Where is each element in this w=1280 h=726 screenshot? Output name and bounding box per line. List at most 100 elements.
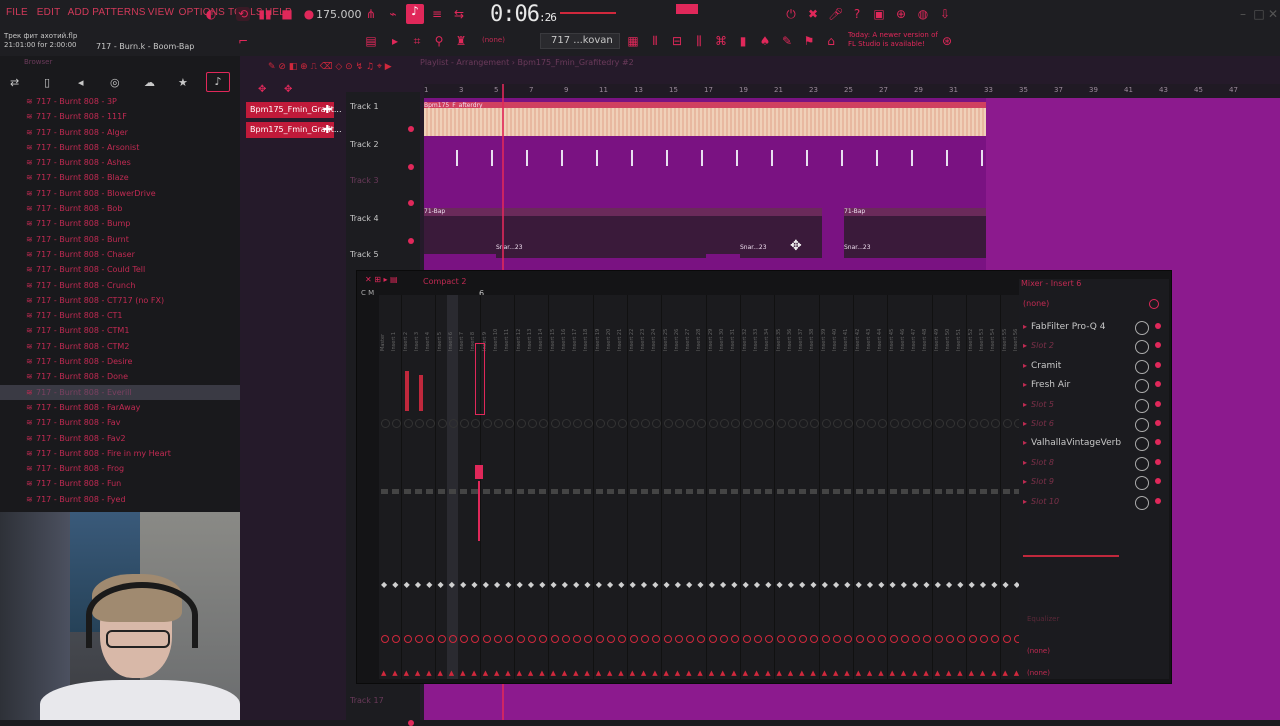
track-label[interactable]: Track 4 — [350, 214, 379, 223]
strip-send-icon[interactable]: ▲ — [878, 669, 883, 677]
strip-pan-icon[interactable]: ◆ — [483, 581, 489, 589]
strip-send-icon[interactable]: ▲ — [969, 669, 974, 677]
strip-knob[interactable] — [810, 635, 819, 643]
slot-power-icon[interactable] — [1155, 342, 1161, 349]
hat-clip[interactable] — [666, 150, 668, 166]
strip-route-icon[interactable] — [573, 419, 583, 428]
strip-pan-icon[interactable]: ◆ — [957, 581, 963, 589]
strip-send-icon[interactable]: ▲ — [686, 669, 691, 677]
hat-clip[interactable] — [911, 150, 913, 166]
collapse-icon[interactable]: ⇄ — [10, 76, 19, 89]
mixer-strip[interactable]: Insert 48 ◆ ▲ — [921, 295, 934, 679]
strip-route-icon[interactable] — [844, 419, 854, 428]
mixer-strip[interactable]: Insert 20 ◆ ▲ — [605, 295, 617, 679]
browser-item[interactable]: 717 - Burnt 808 - Chaser — [0, 247, 240, 262]
strip-knob[interactable] — [855, 635, 864, 643]
mixer-strip[interactable]: Insert 41 ◆ ▲ — [842, 295, 855, 679]
strip-send-icon[interactable]: ▲ — [505, 669, 510, 677]
strip-route-icon[interactable] — [403, 419, 413, 428]
mixer-window-icon[interactable]: ⫴ — [648, 34, 662, 48]
strip-knob[interactable] — [708, 635, 717, 643]
hat-clip[interactable] — [736, 150, 738, 166]
strip-pan-icon[interactable]: ◆ — [652, 581, 658, 589]
strip-pan-icon[interactable]: ◆ — [381, 581, 387, 589]
strip-send-icon[interactable]: ▲ — [912, 669, 917, 677]
mixer-strip[interactable]: Insert 38 ◆ ▲ — [808, 295, 821, 679]
channels-window-icon[interactable]: ⫼ — [692, 34, 706, 48]
loop-record-icon[interactable]: ⇆ — [452, 7, 466, 21]
strip-route-icon[interactable] — [392, 419, 402, 428]
strip-route-icon[interactable] — [912, 419, 922, 428]
strip-knob[interactable] — [968, 635, 977, 643]
mixer-strip[interactable]: Insert 55 ◆ ▲ — [1000, 295, 1013, 679]
strip-route-icon[interactable] — [957, 419, 967, 428]
track-label[interactable]: Track 2 — [350, 140, 379, 149]
slot-mix-knob[interactable] — [1135, 456, 1149, 471]
strip-fader[interactable] — [787, 489, 795, 494]
browser-item[interactable]: 717 - Burnt 808 - Crunch — [0, 278, 240, 293]
browser-item[interactable]: 717 - Burnt 808 - Fun — [0, 476, 240, 491]
slot-power-icon[interactable] — [1155, 323, 1161, 329]
wait-input-icon[interactable]: ⌁ — [386, 7, 400, 21]
mixer-strip[interactable]: Insert 37 ◆ ▲ — [797, 295, 810, 679]
mixer-strip[interactable]: Insert 25 ◆ ▲ — [661, 295, 674, 679]
song-mode-icon[interactable]: ⟲ — [236, 7, 250, 21]
strip-fader[interactable] — [663, 489, 671, 494]
strip-send-icon[interactable]: ▲ — [777, 669, 782, 677]
strip-knob[interactable] — [629, 635, 638, 643]
browser-item[interactable]: 717 - Burnt 808 - Done — [0, 369, 240, 384]
strip-send-icon[interactable]: ▲ — [890, 669, 895, 677]
strip-route-icon[interactable] — [414, 419, 424, 428]
slot-mix-knob[interactable] — [1135, 476, 1149, 491]
insert6-fader[interactable] — [475, 465, 483, 479]
sounds-icon[interactable]: ♪ — [206, 72, 230, 92]
effect-slot[interactable]: ▸ FabFilter Pro-Q 4 — [1023, 319, 1163, 335]
browser-item[interactable]: 717 - Burnt 808 - Blaze — [0, 170, 240, 185]
strip-knob[interactable] — [674, 635, 683, 643]
mixer-strip[interactable]: Insert 31 ◆ ▲ — [729, 295, 742, 679]
strip-knob[interactable] — [912, 635, 921, 643]
strip-fader[interactable] — [674, 489, 682, 494]
strip-route-icon[interactable] — [855, 419, 865, 428]
mixer-strip[interactable]: Insert 15 ◆ ▲ — [548, 295, 561, 679]
slot-mix-knob[interactable] — [1135, 340, 1149, 355]
strip-fader[interactable] — [697, 489, 705, 494]
strip-fader[interactable] — [414, 489, 422, 494]
strip-pan-icon[interactable]: ◆ — [438, 581, 444, 589]
hat-clip[interactable] — [981, 150, 983, 166]
mixer-strip[interactable]: Insert 14 ◆ ▲ — [537, 295, 550, 679]
strip-send-icon[interactable]: ▲ — [494, 669, 499, 677]
strip-send-icon[interactable]: ▲ — [709, 669, 714, 677]
strip-pan-icon[interactable]: ◆ — [991, 581, 997, 589]
track5-clip-c[interactable]: Snar...23 — [844, 244, 986, 258]
browser-item[interactable]: 717 - Burnt 808 - CT1 — [0, 308, 240, 323]
playlist-window-icon[interactable]: ⌘ — [714, 34, 728, 48]
strip-send-icon[interactable]: ▲ — [471, 669, 476, 677]
strip-pan-icon[interactable]: ◆ — [810, 581, 816, 589]
strip-send-icon[interactable]: ▲ — [415, 669, 420, 677]
browser-item[interactable]: 717 - Burnt 808 - Everill — [0, 384, 240, 400]
strip-fader[interactable] — [584, 489, 592, 494]
mixer-strip[interactable]: Insert 46 ◆ ▲ — [898, 295, 911, 679]
mixer-strip[interactable]: Insert 4 ◆ ▲ — [424, 295, 437, 679]
strip-pan-icon[interactable]: ◆ — [799, 581, 805, 589]
mixer-strip[interactable]: Insert 42 ◆ ▲ — [853, 295, 866, 679]
strip-knob[interactable] — [663, 635, 672, 643]
hat-clip[interactable] — [841, 150, 843, 166]
strip-fader[interactable] — [381, 489, 388, 494]
hat-clip[interactable] — [876, 150, 878, 166]
slot-power-icon[interactable] — [1155, 400, 1161, 407]
strip-route-icon[interactable] — [742, 419, 752, 428]
paint-window-icon[interactable]: ✎ — [780, 34, 794, 48]
strip-send-icon[interactable]: ▲ — [980, 669, 985, 677]
strip-pan-icon[interactable]: ◆ — [765, 581, 771, 589]
strip-fader[interactable] — [991, 489, 999, 494]
strip-fader[interactable] — [968, 489, 976, 494]
strip-fader[interactable] — [505, 489, 513, 494]
strip-send-icon[interactable]: ▲ — [901, 669, 906, 677]
strip-knob[interactable] — [640, 635, 649, 643]
strip-fader[interactable] — [1002, 489, 1010, 494]
track-mute-icon[interactable] — [408, 238, 414, 244]
strip-fader[interactable] — [844, 489, 852, 494]
strip-fader[interactable] — [460, 489, 468, 494]
